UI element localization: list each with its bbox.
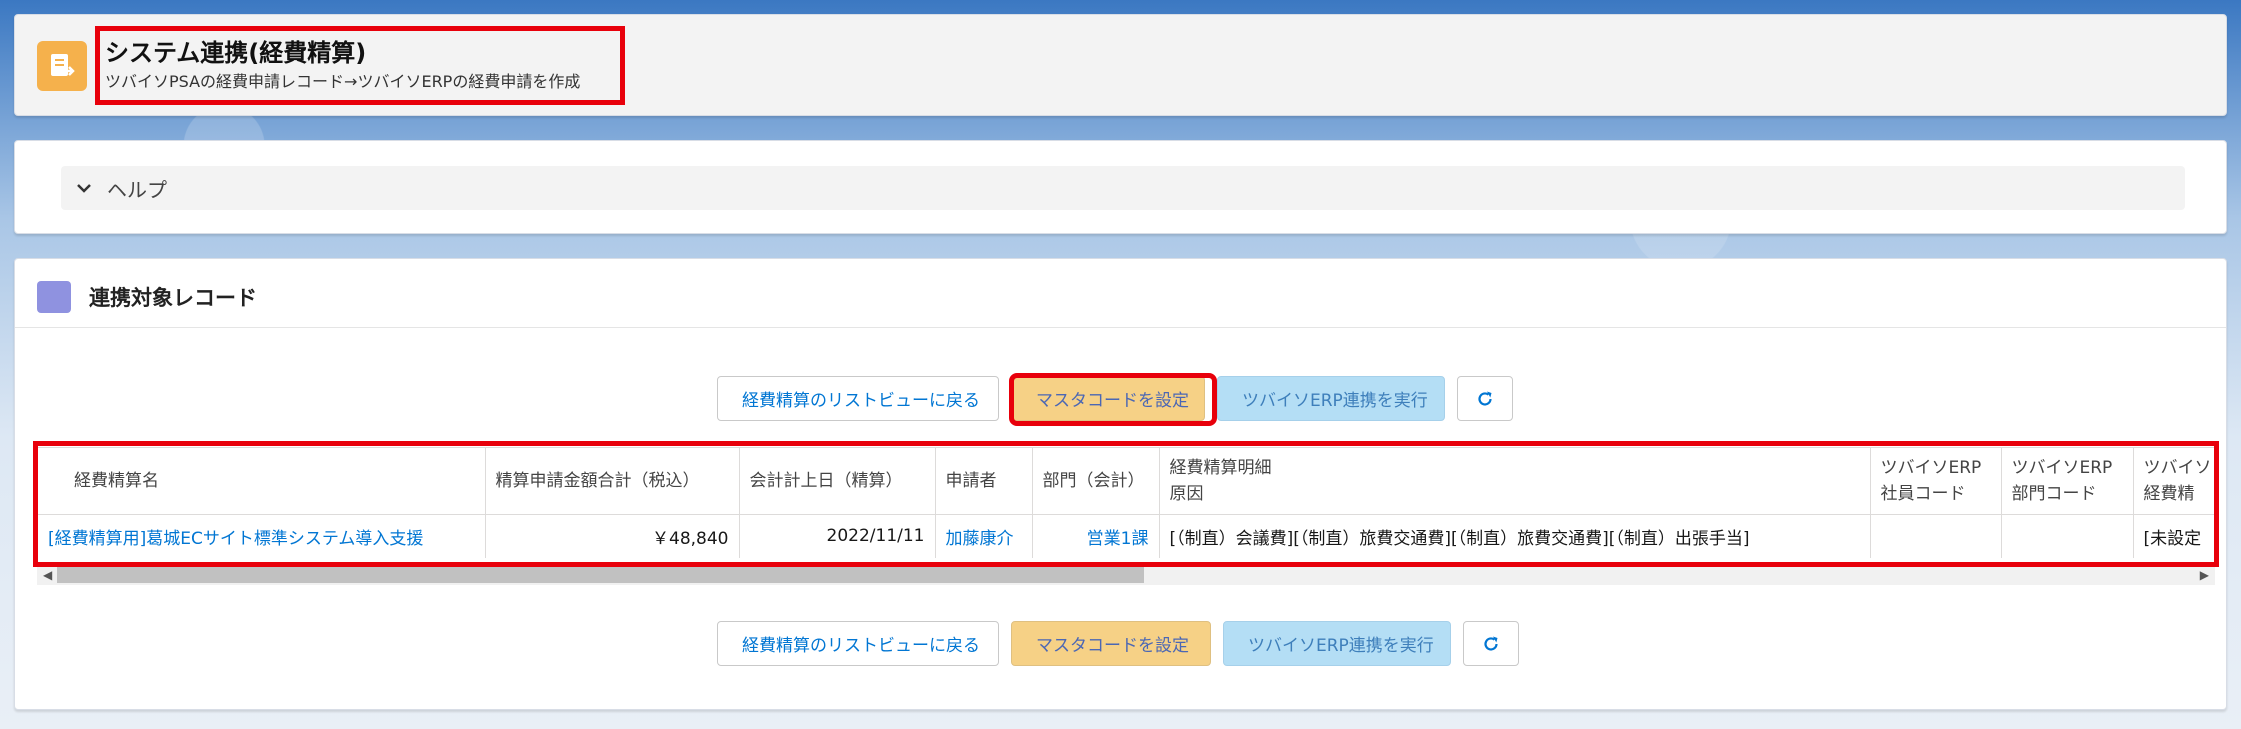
refresh-button-bottom[interactable]: [1463, 621, 1519, 666]
help-label: ヘルプ: [107, 177, 167, 202]
chevron-down-icon: [77, 184, 91, 193]
scroll-left-arrow-icon[interactable]: ◀: [43, 568, 52, 582]
help-toggle[interactable]: ヘルプ: [61, 166, 2185, 210]
divider: [15, 327, 2226, 328]
back-to-listview-button-bottom[interactable]: 経費精算のリストビューに戻る: [717, 621, 999, 666]
back-to-listview-button[interactable]: 経費精算のリストビューに戻る: [717, 376, 999, 421]
help-card: ヘルプ: [14, 140, 2227, 234]
refresh-icon: [1478, 391, 1492, 405]
scroll-right-arrow-icon[interactable]: ▶: [2200, 568, 2209, 582]
scrollbar-thumb[interactable]: [57, 567, 1144, 583]
run-erp-sync-button[interactable]: ツバイソERP連携を実行: [1217, 376, 1445, 421]
highlight-box-table: [33, 441, 2219, 567]
records-card: 連携対象レコード 経費精算のリストビューに戻る マスタコードを設定 ツバイソER…: [14, 258, 2227, 710]
highlight-box-header: [95, 26, 625, 105]
document-export-icon: [37, 41, 87, 91]
horizontal-scrollbar[interactable]: ◀ ▶: [37, 565, 2215, 585]
page-header-card: システム連携(経費精算) ツバイソPSAの経費申請レコード→ツバイソERPの経費…: [14, 14, 2227, 116]
set-master-code-button-bottom[interactable]: マスタコードを設定: [1011, 621, 1211, 666]
run-erp-sync-button-bottom[interactable]: ツバイソERP連携を実行: [1223, 621, 1451, 666]
refresh-icon: [1484, 636, 1498, 650]
refresh-button[interactable]: [1457, 376, 1513, 421]
bottom-button-row: 経費精算のリストビューに戻る マスタコードを設定 ツバイソERP連携を実行: [15, 621, 2226, 666]
records-icon: [37, 281, 71, 313]
records-title: 連携対象レコード: [89, 286, 257, 310]
highlight-box-master-button: [1009, 373, 1217, 426]
